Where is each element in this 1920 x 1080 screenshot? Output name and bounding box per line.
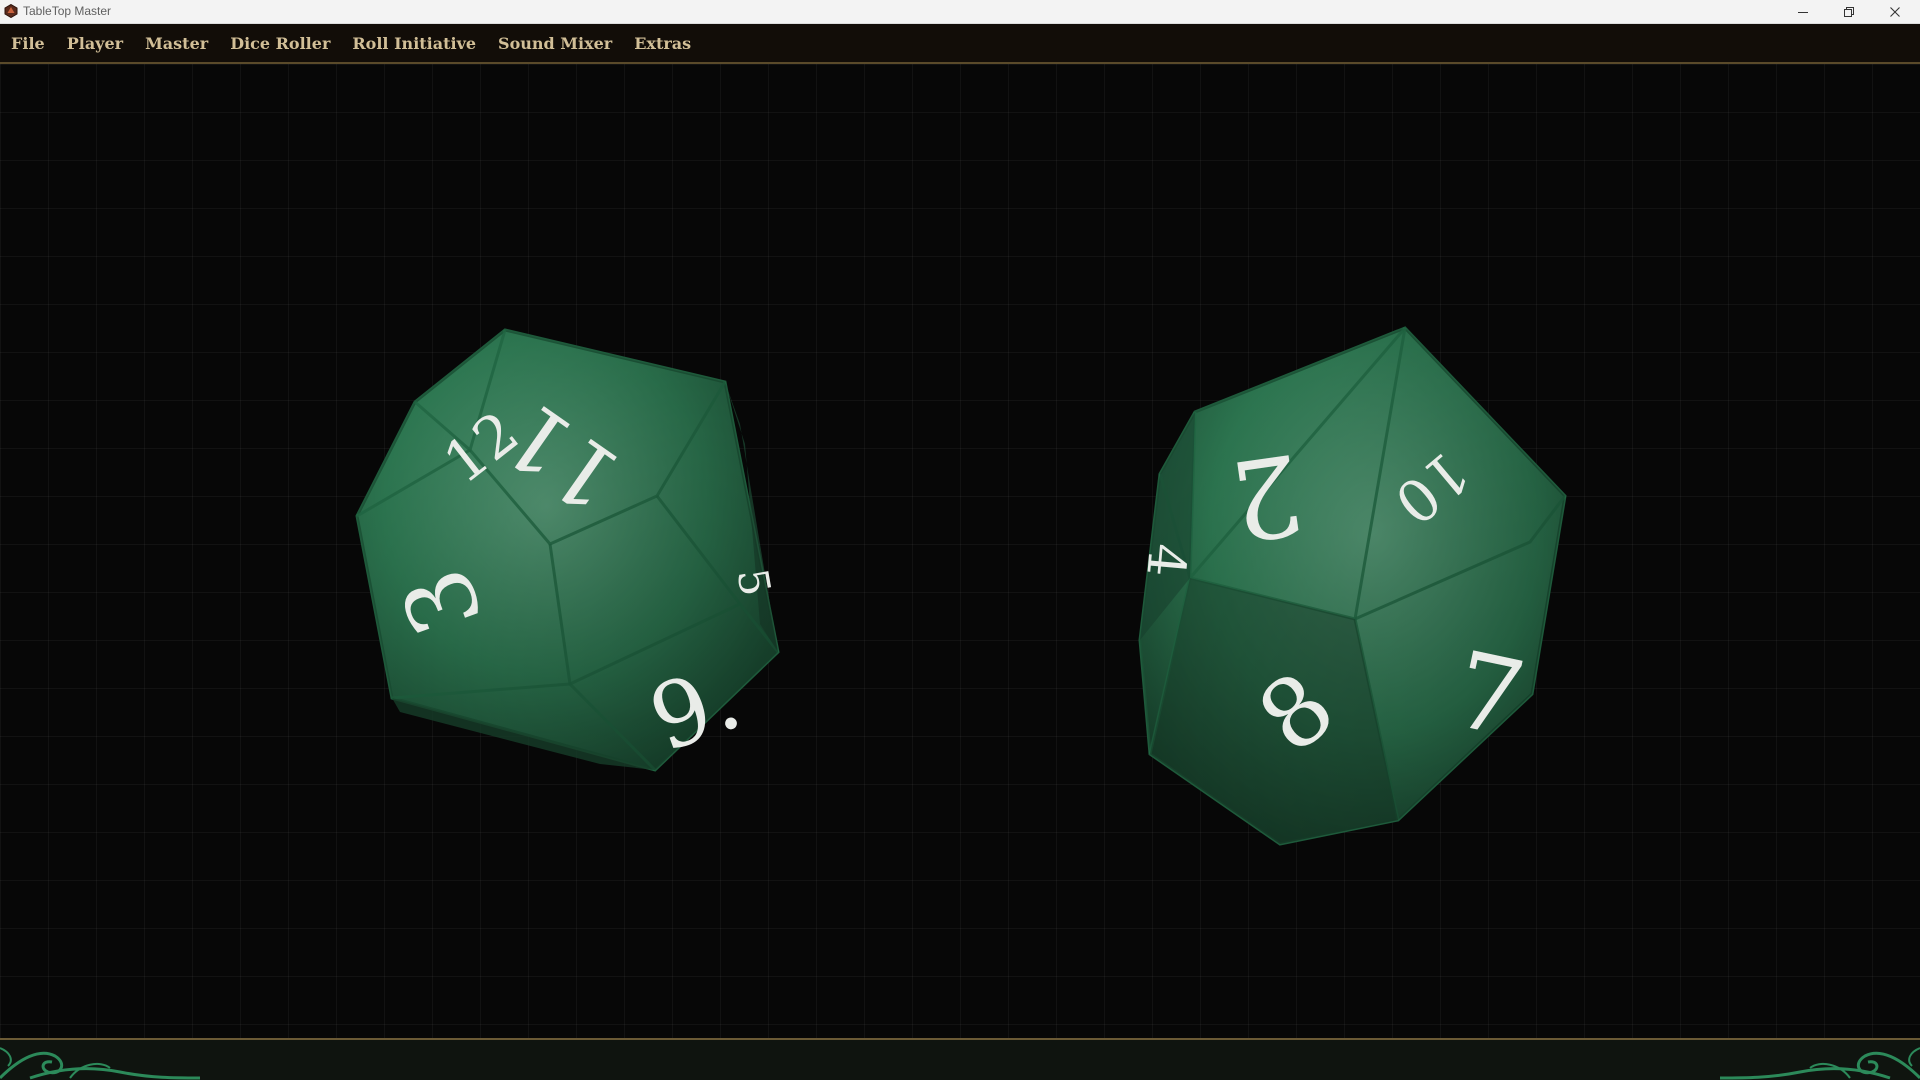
menu-player[interactable]: Player <box>56 34 134 53</box>
menu-master[interactable]: Master <box>134 34 219 53</box>
minimize-button[interactable] <box>1780 0 1826 24</box>
menu-extras[interactable]: Extras <box>623 34 702 53</box>
close-button[interactable] <box>1872 0 1918 24</box>
restore-icon <box>1844 7 1854 17</box>
dice-roller-stage[interactable]: 12 11 3 9. 5 2 10 4 8 7 <box>0 64 1920 1038</box>
menu-dice-roller[interactable]: Dice Roller <box>219 34 341 53</box>
die-right-face-4: 4 <box>1134 541 1197 579</box>
left-scroll-ornament-icon <box>0 1047 200 1080</box>
menu-file[interactable]: File <box>0 34 56 53</box>
dice-canvas: 12 11 3 9. 5 2 10 4 8 7 <box>355 326 1567 846</box>
window-title: TableTop Master <box>23 4 112 18</box>
minimize-icon <box>1798 12 1808 13</box>
window-titlebar: TableTop Master <box>0 0 1920 24</box>
close-icon <box>1890 7 1900 17</box>
menu-bar: File Player Master Dice Roller Roll Init… <box>0 24 1920 64</box>
restore-button[interactable] <box>1826 0 1872 24</box>
menu-roll-initiative[interactable]: Roll Initiative <box>341 34 487 53</box>
d12-die-right[interactable]: 2 10 4 8 7 <box>1134 326 1567 846</box>
footer-ornament-bar <box>0 1038 1920 1080</box>
menu-sound-mixer[interactable]: Sound Mixer <box>487 34 623 53</box>
right-scroll-ornament-icon <box>1720 1047 1920 1080</box>
d12-die-left[interactable]: 12 11 3 9. 5 <box>355 328 780 773</box>
d20-app-icon <box>4 4 18 18</box>
